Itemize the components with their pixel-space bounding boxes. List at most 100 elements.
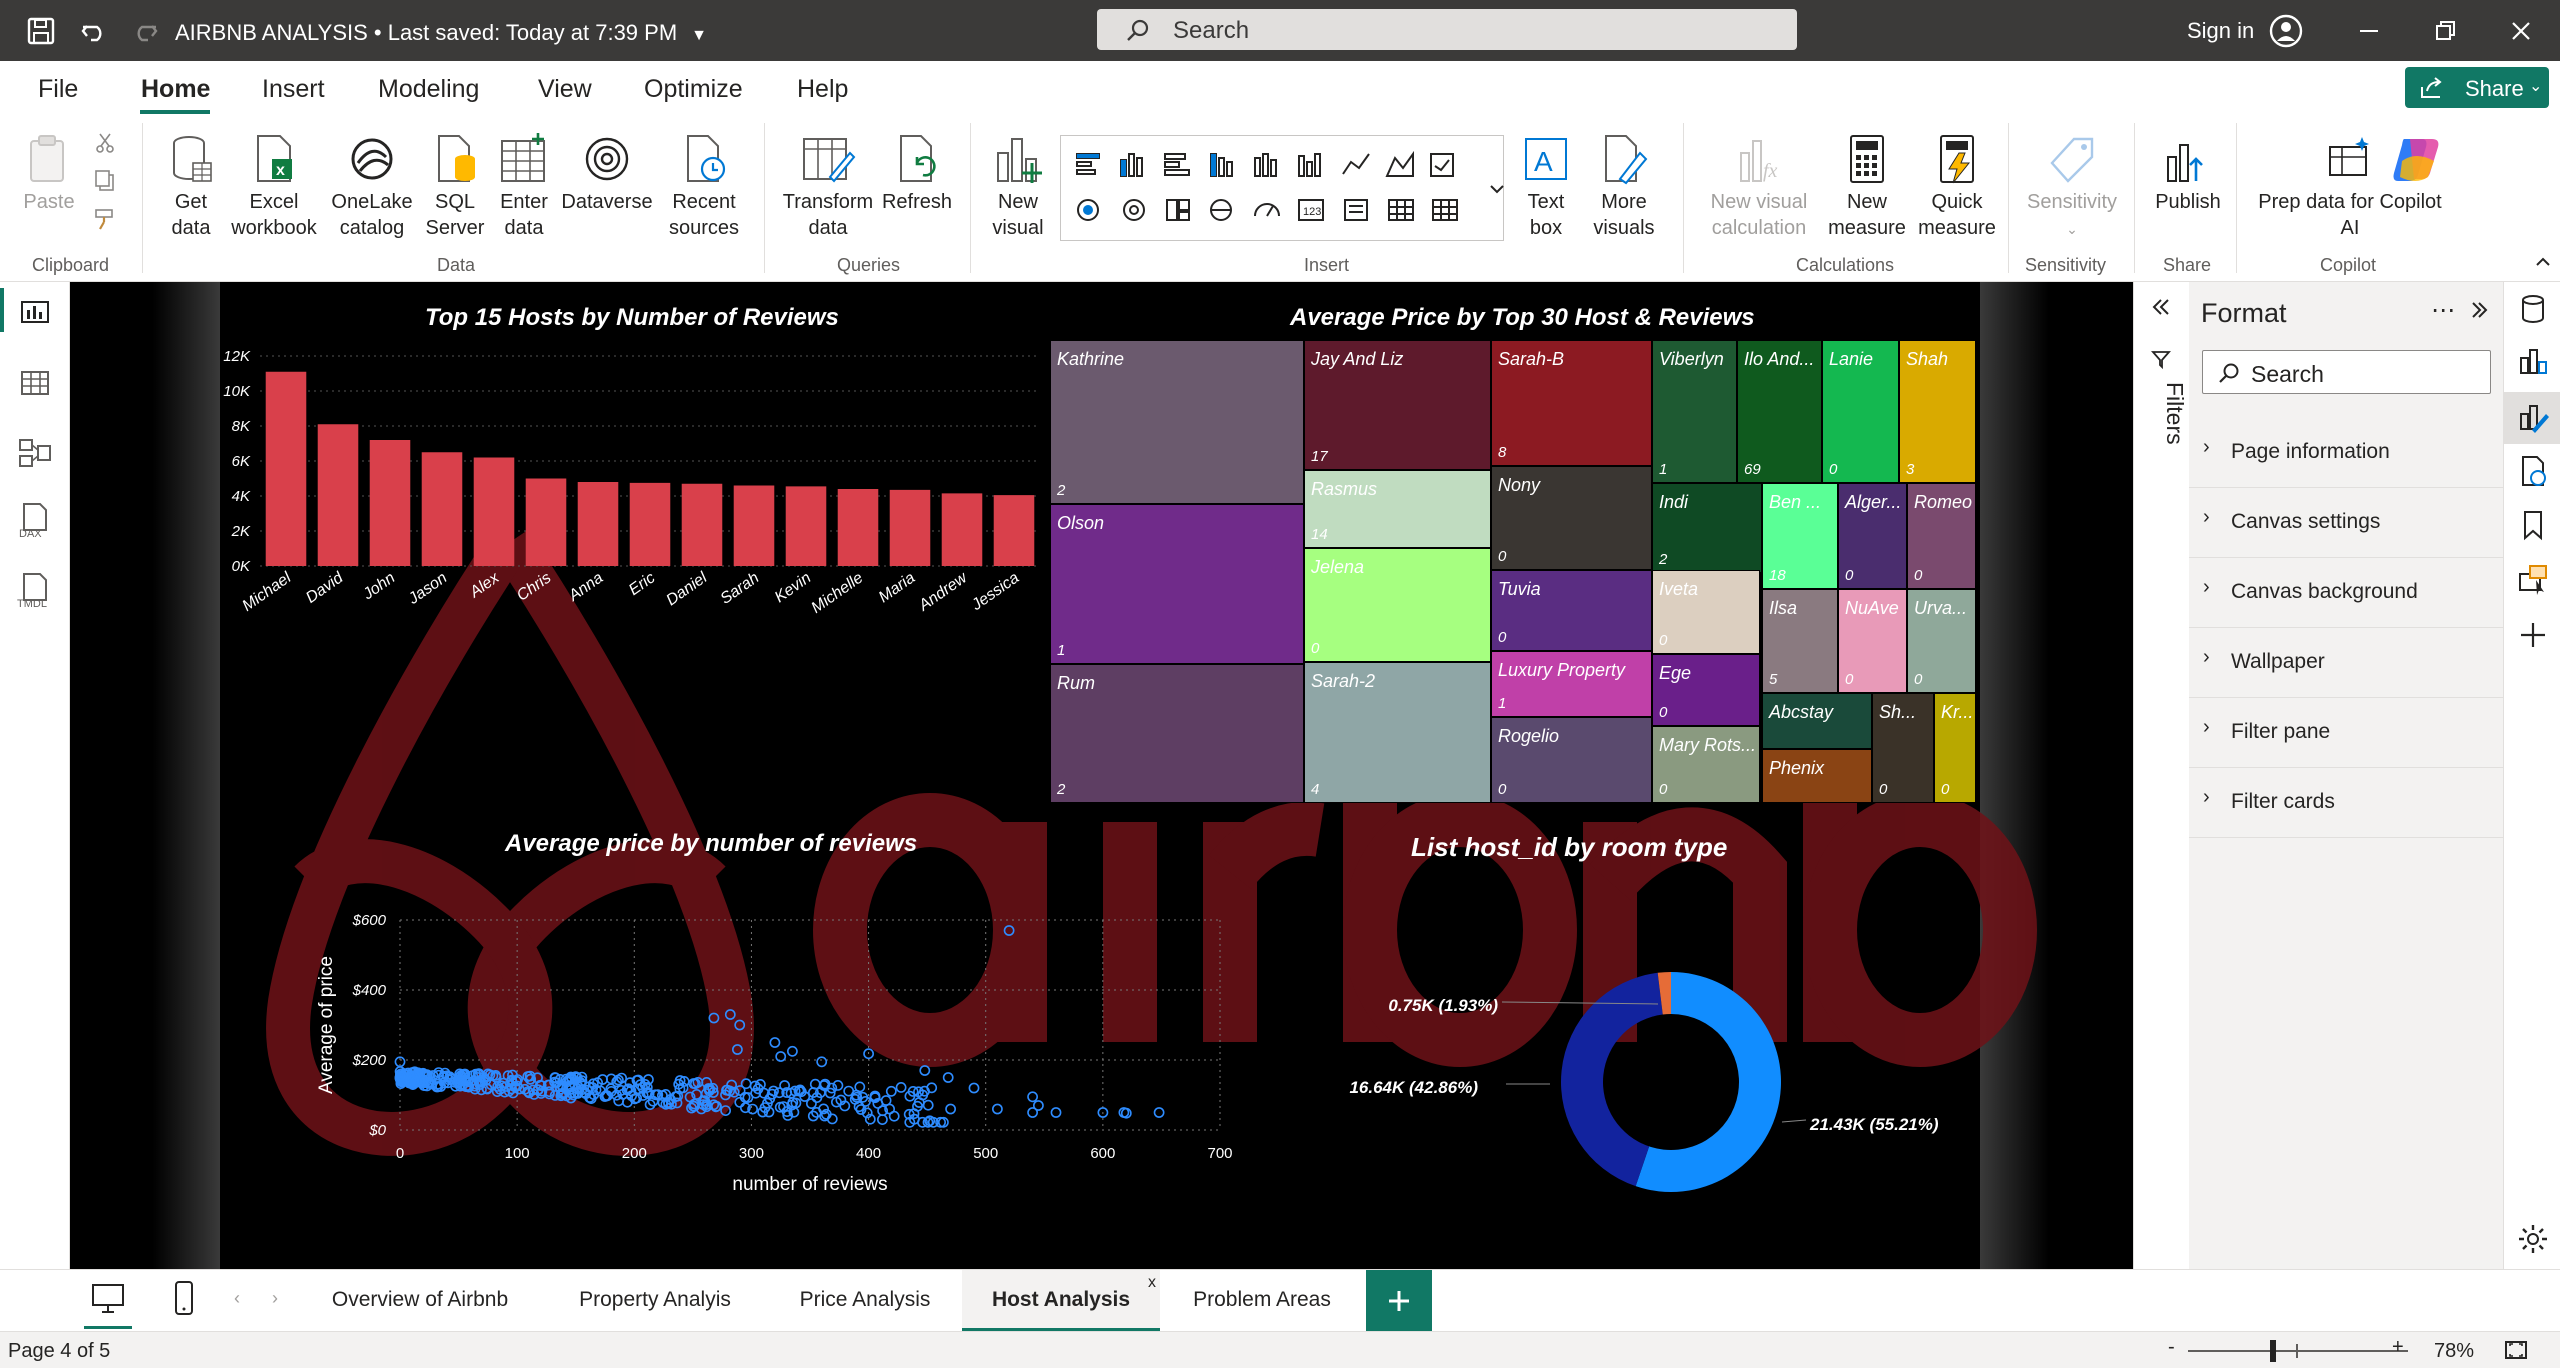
undo-icon[interactable] — [77, 14, 111, 48]
bar-chart[interactable]: 0K 2K 4K 6K 8K 10K 12K Michael David John Jason Ale… — [220, 342, 1070, 642]
treemap-cell[interactable]: Jay And Liz 17 — [1304, 340, 1491, 470]
cut-icon[interactable] — [93, 131, 117, 155]
table-view-icon[interactable] — [14, 362, 56, 404]
treemap-cell[interactable]: Alger... 0 — [1838, 483, 1907, 589]
next-page-icon[interactable]: › — [272, 1288, 278, 1309]
tab-price-analysis[interactable]: Price Analysis — [770, 1270, 960, 1332]
search-input[interactable]: Search — [1097, 9, 1797, 50]
report-page[interactable]: Top 15 Hosts by Number of Reviews 0K 2K 4K… — [70, 282, 2133, 1269]
format-visual-icon[interactable] — [2516, 400, 2550, 434]
visual-gallery[interactable]: 123 — [1060, 135, 1504, 241]
mobile-layout-icon[interactable] — [172, 1280, 196, 1316]
treemap-cell[interactable]: Kathrine 2 — [1050, 340, 1304, 504]
onelake-catalog-button[interactable]: OneLake catalog — [322, 133, 422, 241]
model-view-icon[interactable] — [14, 432, 56, 474]
menu-view[interactable]: View — [538, 75, 592, 104]
menu-file[interactable]: File — [38, 75, 78, 104]
treemap-cell[interactable]: Viberlyn 1 — [1652, 340, 1737, 483]
menu-optimize[interactable]: Optimize — [644, 75, 743, 104]
treemap-cell[interactable]: Ege 0 — [1652, 654, 1760, 726]
quick-measure-button[interactable]: Quick measure — [1912, 133, 2002, 241]
collapse-pane-icon[interactable] — [2467, 298, 2491, 322]
new-visual-button[interactable]: New visual — [982, 133, 1054, 241]
add-pane-icon[interactable] — [2516, 618, 2550, 652]
treemap-cell[interactable]: Iveta 0 — [1652, 570, 1760, 654]
treemap[interactable]: Kathrine 2 Olson 1 Rum 2 Jay And Liz 17 Rasmus 14… — [1050, 340, 1976, 803]
treemap-cell[interactable]: Abcstay — [1762, 693, 1872, 749]
close-icon[interactable] — [2504, 14, 2538, 48]
recent-sources-button[interactable]: Recent sources — [664, 133, 744, 241]
collapse-ribbon-icon[interactable] — [2534, 253, 2552, 271]
tab-overview-of-airbnb[interactable]: Overview of Airbnb — [300, 1270, 540, 1332]
treemap-cell[interactable]: Rum 2 — [1050, 664, 1304, 803]
section-canvas-background[interactable]: › Canvas background — [2189, 558, 2503, 628]
settings-gear-icon[interactable] — [2516, 1222, 2550, 1256]
document-title[interactable]: AIRBNB ANALYSIS • Last saved: Today at 7… — [175, 20, 707, 46]
treemap-cell[interactable]: Indi 2 — [1652, 483, 1762, 573]
treemap-cell[interactable]: Rasmus 14 — [1304, 470, 1491, 548]
treemap-cell[interactable]: Sarah-2 4 — [1304, 662, 1491, 803]
restore-icon[interactable] — [2428, 14, 2462, 48]
user-avatar-icon[interactable] — [2269, 14, 2303, 48]
report-view-icon[interactable] — [14, 290, 56, 332]
treemap-cell[interactable]: Kr... 0 — [1934, 693, 1976, 803]
bookmarks-icon[interactable] — [2516, 508, 2550, 542]
section-wallpaper[interactable]: › Wallpaper — [2189, 628, 2503, 698]
treemap-cell[interactable]: Romeo 0 — [1907, 483, 1976, 589]
treemap-cell[interactable]: Jelena 0 — [1304, 548, 1491, 662]
performance-analyzer-icon[interactable] — [2516, 454, 2550, 488]
treemap-cell[interactable]: Lanie 0 — [1822, 340, 1899, 483]
zoom-in-icon[interactable]: + — [2392, 1336, 2404, 1359]
zoom-slider-thumb[interactable] — [2270, 1340, 2276, 1362]
section-canvas-settings[interactable]: › Canvas settings — [2189, 488, 2503, 558]
menu-help[interactable]: Help — [797, 75, 848, 104]
menu-home[interactable]: Home — [141, 75, 210, 104]
copilot-icon[interactable] — [2388, 131, 2444, 187]
transform-data-button[interactable]: Transform data — [780, 133, 876, 241]
tab-problem-areas[interactable]: Problem Areas — [1162, 1270, 1362, 1332]
scatter-chart[interactable]: $0 $200 $400 $600 0 100 200 300 400 500 600 700 numb… — [220, 862, 1250, 1232]
prev-page-icon[interactable]: ‹ — [234, 1288, 240, 1309]
desktop-layout-icon[interactable] — [90, 1282, 126, 1316]
add-page-button[interactable] — [1366, 1270, 1432, 1332]
treemap-cell[interactable]: Olson 1 — [1050, 504, 1304, 664]
treemap-cell[interactable]: Nony 0 — [1491, 466, 1652, 570]
section-filter-cards[interactable]: › Filter cards — [2189, 768, 2503, 838]
treemap-cell[interactable]: Luxury Property 1 — [1491, 651, 1652, 717]
fit-to-page-icon[interactable] — [2502, 1336, 2530, 1364]
treemap-cell[interactable]: Tuvia 0 — [1491, 570, 1652, 651]
tab-property-analyis[interactable]: Property Analyis — [540, 1270, 770, 1332]
menu-modeling[interactable]: Modeling — [378, 75, 479, 104]
treemap-cell[interactable]: Ilsa 5 — [1762, 589, 1838, 693]
share-button[interactable]: Share ⌄ — [2405, 67, 2549, 108]
sql-server-button[interactable]: SQL Server — [420, 133, 490, 241]
copy-icon[interactable] — [93, 168, 117, 192]
more-visuals-button[interactable]: More visuals — [1588, 133, 1660, 241]
zoom-slider[interactable]: - + — [2168, 1336, 2408, 1362]
filters-pane-collapsed[interactable]: Filters — [2133, 282, 2189, 1269]
new-visual-calculation-button[interactable]: fx New visual calculation — [1700, 133, 1818, 241]
more-options-icon[interactable]: ⋯ — [2431, 296, 2455, 325]
expand-left-icon[interactable] — [2148, 294, 2174, 320]
format-search-input[interactable]: Search — [2202, 350, 2491, 394]
treemap-cell[interactable]: Urva... 0 — [1907, 589, 1976, 693]
save-icon[interactable] — [24, 14, 58, 48]
get-data-button[interactable]: Get data — [152, 133, 230, 241]
treemap-cell[interactable]: Mary Rots... 0 — [1652, 726, 1760, 803]
enter-data-button[interactable]: Enter data — [490, 133, 558, 241]
dataverse-button[interactable]: Dataverse — [560, 133, 654, 215]
redo-icon[interactable] — [128, 14, 162, 48]
treemap-cell[interactable]: Sarah-B 8 — [1491, 340, 1652, 466]
chevron-down-icon[interactable]: ▼ — [691, 27, 707, 44]
treemap-cell[interactable]: Ben ... 18 — [1762, 483, 1838, 589]
new-measure-button[interactable]: New measure — [1824, 133, 1910, 241]
excel-workbook-button[interactable]: x Excel workbook — [228, 133, 320, 241]
publish-button[interactable]: Publish — [2144, 133, 2232, 215]
tmdl-view-icon[interactable]: TMDL — [14, 572, 56, 614]
menu-insert[interactable]: Insert — [262, 75, 325, 104]
donut-chart[interactable]: 21.43K (55.21%) 16.64K (42.86%) 0.75K (1.9… — [1230, 872, 2030, 1269]
dax-query-view-icon[interactable]: DAX — [14, 502, 56, 544]
treemap-cell[interactable]: Phenix — [1762, 749, 1872, 803]
sign-in-link[interactable]: Sign in — [2187, 18, 2254, 44]
section-page-information[interactable]: › Page information — [2189, 418, 2503, 488]
